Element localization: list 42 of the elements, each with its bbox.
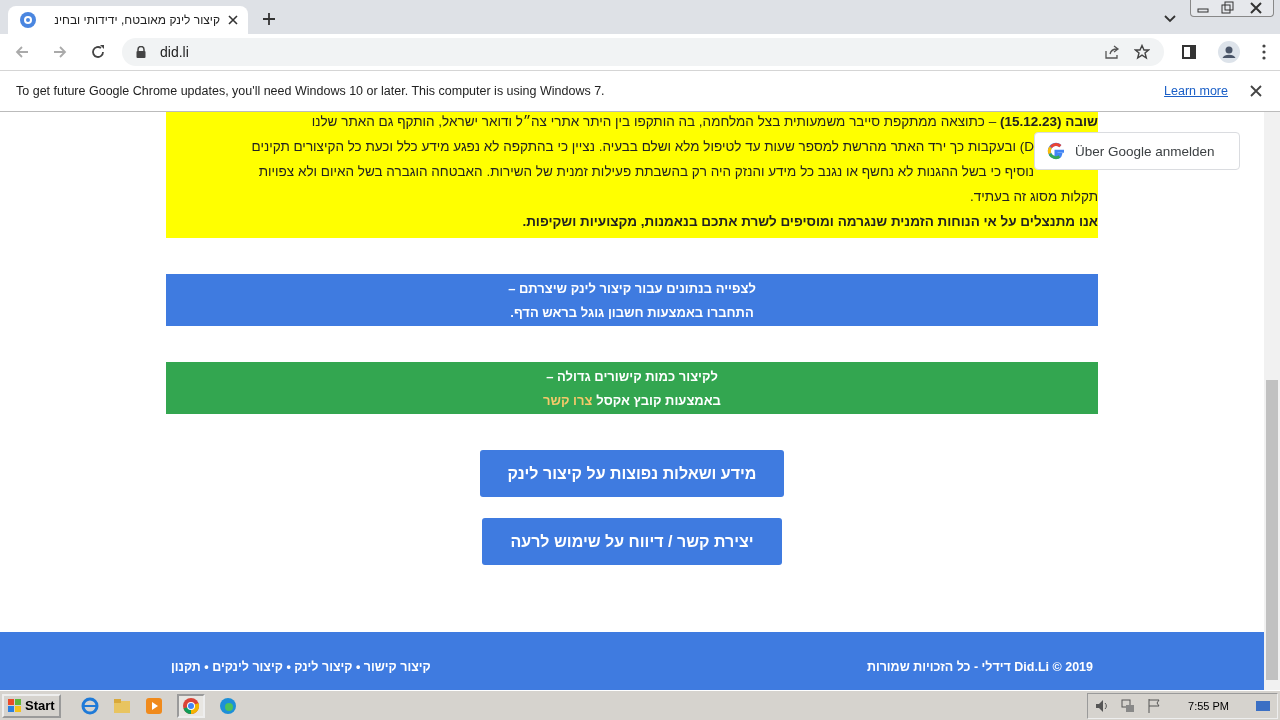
- footer-links[interactable]: קיצור קישור • קיצור לינק • קיצור לינקים • תקנון: [171, 660, 431, 674]
- side-panel-icon[interactable]: [1182, 45, 1196, 59]
- google-signin-button[interactable]: Über Google anmelden: [1034, 132, 1240, 170]
- lock-icon: [136, 46, 146, 58]
- notice-line: אנו מתנצלים על אי הנוחות הזמנית שנגרמה ומוסיפים לשרת אתכם בנאמנות, מקצועיות ושקיפות.: [521, 213, 1098, 231]
- action-button[interactable]: יצירת קשר / דיווח על שימוש לרעה: [482, 518, 782, 565]
- banner-text: באמצעות קובץ אקסל: [596, 392, 721, 408]
- address-bar[interactable]: did.li: [122, 38, 1164, 66]
- profile-avatar-icon[interactable]: [1218, 41, 1240, 63]
- start-button[interactable]: Start: [2, 693, 61, 718]
- chevron-down-icon[interactable]: [1164, 15, 1176, 23]
- windows-logo-icon: [8, 698, 22, 713]
- banner-text: לצפייה בנתונים עבור קיצור לינק שיצרתם –: [508, 280, 756, 296]
- close-icon[interactable]: [1250, 85, 1262, 97]
- banner-text: לקיצור כמות קישורים גדולה –: [546, 368, 718, 384]
- close-icon[interactable]: [228, 15, 238, 25]
- copyright-text: Did.Li © 2019 דידלי - כל הזכויות שמורות: [866, 660, 1093, 674]
- tab-title: קיצור לינק מאובטח, ידידותי ובחינ: [53, 13, 220, 27]
- site-logo-icon: [20, 12, 36, 28]
- notice-line: תקלות מסוג זה בעתיד.: [969, 188, 1098, 206]
- scrollbar[interactable]: [1264, 112, 1280, 690]
- infobar-message: To get future Google Chrome updates, you'll need Windows 10 or later. This computer is using Windows 7.: [16, 84, 605, 98]
- show-desktop-icon[interactable]: [1255, 698, 1271, 713]
- google-logo-icon: [1047, 142, 1065, 160]
- clock: 7:55 PM: [1188, 699, 1229, 712]
- chrome-taskbar-button[interactable]: [176, 693, 205, 718]
- menu-icon[interactable]: [1262, 44, 1266, 60]
- new-tab-icon[interactable]: [262, 12, 276, 26]
- notice-line: שובה (15.12.23) – כתוצאה ממתקפת סייבר משמעותית בצל המלחמה, בה הותקפו בין היתר אתרי צה״ל ודואר ישראל, הותקף גם האתר שלנו: [310, 113, 1098, 130]
- browser-tab[interactable]: קיצור לינק מאובטח, ידידותי ובחינ: [8, 6, 248, 34]
- share-icon[interactable]: [1104, 44, 1120, 60]
- star-icon[interactable]: [1134, 44, 1150, 60]
- window-controls[interactable]: [1190, 0, 1274, 17]
- reload-icon[interactable]: [90, 44, 106, 60]
- banner-text: התחברו באמצעות חשבון גוגל בראש הדף.: [510, 304, 754, 320]
- learn-more-link[interactable]: Learn more: [1164, 84, 1228, 98]
- flag-icon[interactable]: [1146, 697, 1163, 714]
- notice-line: נוסיף כי בשל ההגנות לא נחשף או נגנב כל מידע והנזק היה רק בהשבתת פעילות זמנית של השירות. האבטחה הוגברה בשל האיום ולא צפויות: [257, 163, 1034, 181]
- action-button[interactable]: מידע ושאלות נפוצות על קיצור לינק: [479, 450, 785, 497]
- internet-explorer-icon[interactable]: [80, 696, 99, 715]
- notice-line: D) ובעקבות כך ירד האתר מהרשת למספר שעות עד לטיפול מלא ושלם בבעיה. נציין כי בהתקפה לא נפגע מידע כלל וכעת כל הקיצורים תקינים: [250, 138, 1034, 156]
- url-text: did.li: [160, 44, 189, 60]
